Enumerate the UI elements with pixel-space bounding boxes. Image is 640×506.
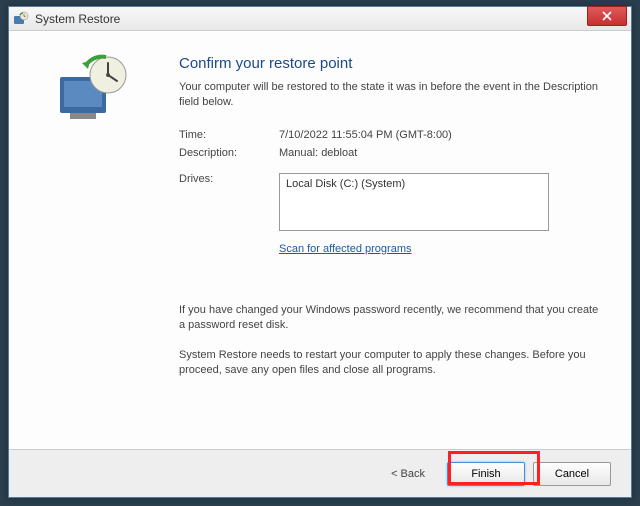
password-note: If you have changed your Windows passwor… bbox=[179, 303, 601, 334]
back-button[interactable]: < Back bbox=[383, 464, 433, 484]
drives-value: Local Disk (C:) (System) bbox=[286, 178, 405, 190]
cancel-button[interactable]: Cancel bbox=[533, 462, 611, 486]
sidebar bbox=[9, 31, 179, 449]
content-area: Confirm your restore point Your computer… bbox=[9, 31, 631, 449]
drives-label: Drives: bbox=[179, 173, 279, 231]
button-bar: < Back Finish Cancel bbox=[9, 449, 631, 497]
window-title: System Restore bbox=[35, 12, 627, 26]
drives-row: Drives: Local Disk (C:) (System) bbox=[179, 173, 601, 231]
description-row: Description: Manual: debloat bbox=[179, 147, 601, 159]
description-value: Manual: debloat bbox=[279, 147, 357, 159]
time-label: Time: bbox=[179, 129, 279, 141]
title-bar: System Restore bbox=[9, 7, 631, 31]
scan-affected-link[interactable]: Scan for affected programs bbox=[279, 243, 411, 255]
description-label: Description: bbox=[179, 147, 279, 159]
close-button[interactable] bbox=[587, 6, 627, 26]
restart-note: System Restore needs to restart your com… bbox=[179, 348, 601, 379]
system-restore-icon bbox=[13, 11, 29, 27]
drives-listbox[interactable]: Local Disk (C:) (System) bbox=[279, 173, 549, 231]
page-subheading: Your computer will be restored to the st… bbox=[179, 80, 601, 111]
page-heading: Confirm your restore point bbox=[179, 55, 601, 72]
main-panel: Confirm your restore point Your computer… bbox=[179, 31, 631, 449]
restore-illustration-icon bbox=[54, 51, 134, 131]
close-icon bbox=[602, 11, 612, 21]
time-value: 7/10/2022 11:55:04 PM (GMT-8:00) bbox=[279, 129, 452, 141]
time-row: Time: 7/10/2022 11:55:04 PM (GMT-8:00) bbox=[179, 129, 601, 141]
finish-button[interactable]: Finish bbox=[447, 462, 525, 486]
system-restore-window: System Restore Con bbox=[8, 6, 632, 498]
